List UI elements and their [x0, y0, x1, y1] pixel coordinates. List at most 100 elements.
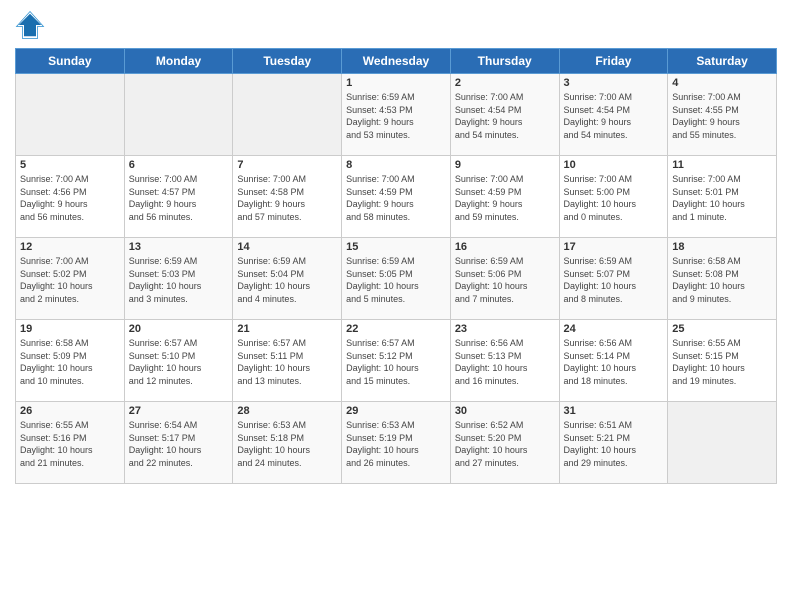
day-info: Sunrise: 7:00 AM Sunset: 4:55 PM Dayligh…	[672, 91, 772, 141]
week-row-4: 19 Sunrise: 6:58 AM Sunset: 5:09 PM Dayli…	[16, 320, 777, 402]
calendar-cell: 31 Sunrise: 6:51 AM Sunset: 5:21 PM Dayli…	[559, 402, 668, 484]
calendar-cell: 27 Sunrise: 6:54 AM Sunset: 5:17 PM Dayli…	[124, 402, 233, 484]
day-info: Sunrise: 6:59 AM Sunset: 5:05 PM Dayligh…	[346, 255, 446, 305]
day-number: 30	[455, 405, 555, 417]
calendar-cell: 8 Sunrise: 7:00 AM Sunset: 4:59 PM Daylig…	[342, 156, 451, 238]
header-thursday: Thursday	[450, 49, 559, 74]
day-info: Sunrise: 6:55 AM Sunset: 5:16 PM Dayligh…	[20, 419, 120, 469]
day-number: 18	[672, 241, 772, 253]
header-saturday: Saturday	[668, 49, 777, 74]
day-info: Sunrise: 6:51 AM Sunset: 5:21 PM Dayligh…	[564, 419, 664, 469]
calendar-header-row: SundayMondayTuesdayWednesdayThursdayFrid…	[16, 49, 777, 74]
day-number: 26	[20, 405, 120, 417]
calendar-cell: 22 Sunrise: 6:57 AM Sunset: 5:12 PM Dayli…	[342, 320, 451, 402]
calendar-table: SundayMondayTuesdayWednesdayThursdayFrid…	[15, 48, 777, 484]
day-number: 9	[455, 159, 555, 171]
calendar-cell: 30Sunrise: 6:52 AM Sunset: 5:20 PM Dayli…	[450, 402, 559, 484]
header-tuesday: Tuesday	[233, 49, 342, 74]
day-info: Sunrise: 7:00 AM Sunset: 4:54 PM Dayligh…	[455, 91, 555, 141]
day-number: 5	[20, 159, 120, 171]
calendar-cell: 2 Sunrise: 7:00 AM Sunset: 4:54 PM Daylig…	[450, 74, 559, 156]
calendar-cell: 12 Sunrise: 7:00 AM Sunset: 5:02 PM Dayli…	[16, 238, 125, 320]
calendar-cell: 5Sunrise: 7:00 AM Sunset: 4:56 PM Daylig…	[16, 156, 125, 238]
week-row-2: 5Sunrise: 7:00 AM Sunset: 4:56 PM Daylig…	[16, 156, 777, 238]
day-number: 10	[564, 159, 664, 171]
logo	[15, 10, 49, 40]
day-info: Sunrise: 7:00 AM Sunset: 5:00 PM Dayligh…	[564, 173, 664, 223]
day-info: Sunrise: 6:53 AM Sunset: 5:18 PM Dayligh…	[237, 419, 337, 469]
calendar-cell: 20 Sunrise: 6:57 AM Sunset: 5:10 PM Dayli…	[124, 320, 233, 402]
day-info: Sunrise: 6:55 AM Sunset: 5:15 PM Dayligh…	[672, 337, 772, 387]
day-info: Sunrise: 6:57 AM Sunset: 5:10 PM Dayligh…	[129, 337, 229, 387]
day-info: Sunrise: 6:59 AM Sunset: 5:07 PM Dayligh…	[564, 255, 664, 305]
calendar-cell: 6 Sunrise: 7:00 AM Sunset: 4:57 PM Daylig…	[124, 156, 233, 238]
day-info: Sunrise: 6:59 AM Sunset: 4:53 PM Dayligh…	[346, 91, 446, 141]
header-friday: Friday	[559, 49, 668, 74]
header-wednesday: Wednesday	[342, 49, 451, 74]
calendar-cell: 11 Sunrise: 7:00 AM Sunset: 5:01 PM Dayli…	[668, 156, 777, 238]
calendar-cell: 13 Sunrise: 6:59 AM Sunset: 5:03 PM Dayli…	[124, 238, 233, 320]
day-info: Sunrise: 7:00 AM Sunset: 4:57 PM Dayligh…	[129, 173, 229, 223]
header-sunday: Sunday	[16, 49, 125, 74]
day-info: Sunrise: 7:00 AM Sunset: 5:02 PM Dayligh…	[20, 255, 120, 305]
day-number: 6	[129, 159, 229, 171]
day-info: Sunrise: 7:00 AM Sunset: 4:58 PM Dayligh…	[237, 173, 337, 223]
calendar-cell: 29Sunrise: 6:53 AM Sunset: 5:19 PM Dayli…	[342, 402, 451, 484]
day-number: 25	[672, 323, 772, 335]
logo-icon	[15, 10, 45, 40]
day-info: Sunrise: 6:59 AM Sunset: 5:04 PM Dayligh…	[237, 255, 337, 305]
day-number: 8	[346, 159, 446, 171]
day-number: 7	[237, 159, 337, 171]
calendar-cell: 3 Sunrise: 7:00 AM Sunset: 4:54 PM Daylig…	[559, 74, 668, 156]
day-info: Sunrise: 7:00 AM Sunset: 4:54 PM Dayligh…	[564, 91, 664, 141]
day-info: Sunrise: 6:56 AM Sunset: 5:13 PM Dayligh…	[455, 337, 555, 387]
day-number: 11	[672, 159, 772, 171]
day-number: 27	[129, 405, 229, 417]
day-number: 13	[129, 241, 229, 253]
calendar-cell	[124, 74, 233, 156]
day-number: 22	[346, 323, 446, 335]
day-number: 20	[129, 323, 229, 335]
calendar-cell	[668, 402, 777, 484]
day-number: 24	[564, 323, 664, 335]
day-number: 21	[237, 323, 337, 335]
calendar-cell: 21 Sunrise: 6:57 AM Sunset: 5:11 PM Dayli…	[233, 320, 342, 402]
day-info: Sunrise: 6:57 AM Sunset: 5:11 PM Dayligh…	[237, 337, 337, 387]
day-number: 2	[455, 77, 555, 89]
calendar-cell: 24Sunrise: 6:56 AM Sunset: 5:14 PM Dayli…	[559, 320, 668, 402]
day-number: 16	[455, 241, 555, 253]
calendar-cell	[16, 74, 125, 156]
header-monday: Monday	[124, 49, 233, 74]
day-number: 15	[346, 241, 446, 253]
day-info: Sunrise: 6:59 AM Sunset: 5:03 PM Dayligh…	[129, 255, 229, 305]
calendar-cell	[233, 74, 342, 156]
header	[15, 10, 777, 40]
calendar-cell: 14 Sunrise: 6:59 AM Sunset: 5:04 PM Dayli…	[233, 238, 342, 320]
day-info: Sunrise: 6:57 AM Sunset: 5:12 PM Dayligh…	[346, 337, 446, 387]
calendar-cell: 10 Sunrise: 7:00 AM Sunset: 5:00 PM Dayli…	[559, 156, 668, 238]
day-info: Sunrise: 6:54 AM Sunset: 5:17 PM Dayligh…	[129, 419, 229, 469]
calendar-cell: 16 Sunrise: 6:59 AM Sunset: 5:06 PM Dayli…	[450, 238, 559, 320]
day-number: 31	[564, 405, 664, 417]
day-number: 1	[346, 77, 446, 89]
day-number: 14	[237, 241, 337, 253]
day-info: Sunrise: 6:58 AM Sunset: 5:09 PM Dayligh…	[20, 337, 120, 387]
day-number: 19	[20, 323, 120, 335]
week-row-5: 26 Sunrise: 6:55 AM Sunset: 5:16 PM Dayli…	[16, 402, 777, 484]
day-info: Sunrise: 6:59 AM Sunset: 5:06 PM Dayligh…	[455, 255, 555, 305]
calendar-cell: 26 Sunrise: 6:55 AM Sunset: 5:16 PM Dayli…	[16, 402, 125, 484]
day-info: Sunrise: 7:00 AM Sunset: 5:01 PM Dayligh…	[672, 173, 772, 223]
day-number: 3	[564, 77, 664, 89]
main-container: SundayMondayTuesdayWednesdayThursdayFrid…	[0, 0, 792, 494]
calendar-cell: 7 Sunrise: 7:00 AM Sunset: 4:58 PM Daylig…	[233, 156, 342, 238]
calendar-cell: 19 Sunrise: 6:58 AM Sunset: 5:09 PM Dayli…	[16, 320, 125, 402]
calendar-cell: 18Sunrise: 6:58 AM Sunset: 5:08 PM Dayli…	[668, 238, 777, 320]
week-row-3: 12 Sunrise: 7:00 AM Sunset: 5:02 PM Dayli…	[16, 238, 777, 320]
calendar-cell: 25 Sunrise: 6:55 AM Sunset: 5:15 PM Dayli…	[668, 320, 777, 402]
day-number: 4	[672, 77, 772, 89]
day-number: 28	[237, 405, 337, 417]
day-info: Sunrise: 7:00 AM Sunset: 4:59 PM Dayligh…	[346, 173, 446, 223]
day-info: Sunrise: 7:00 AM Sunset: 4:59 PM Dayligh…	[455, 173, 555, 223]
day-info: Sunrise: 6:53 AM Sunset: 5:19 PM Dayligh…	[346, 419, 446, 469]
day-number: 12	[20, 241, 120, 253]
